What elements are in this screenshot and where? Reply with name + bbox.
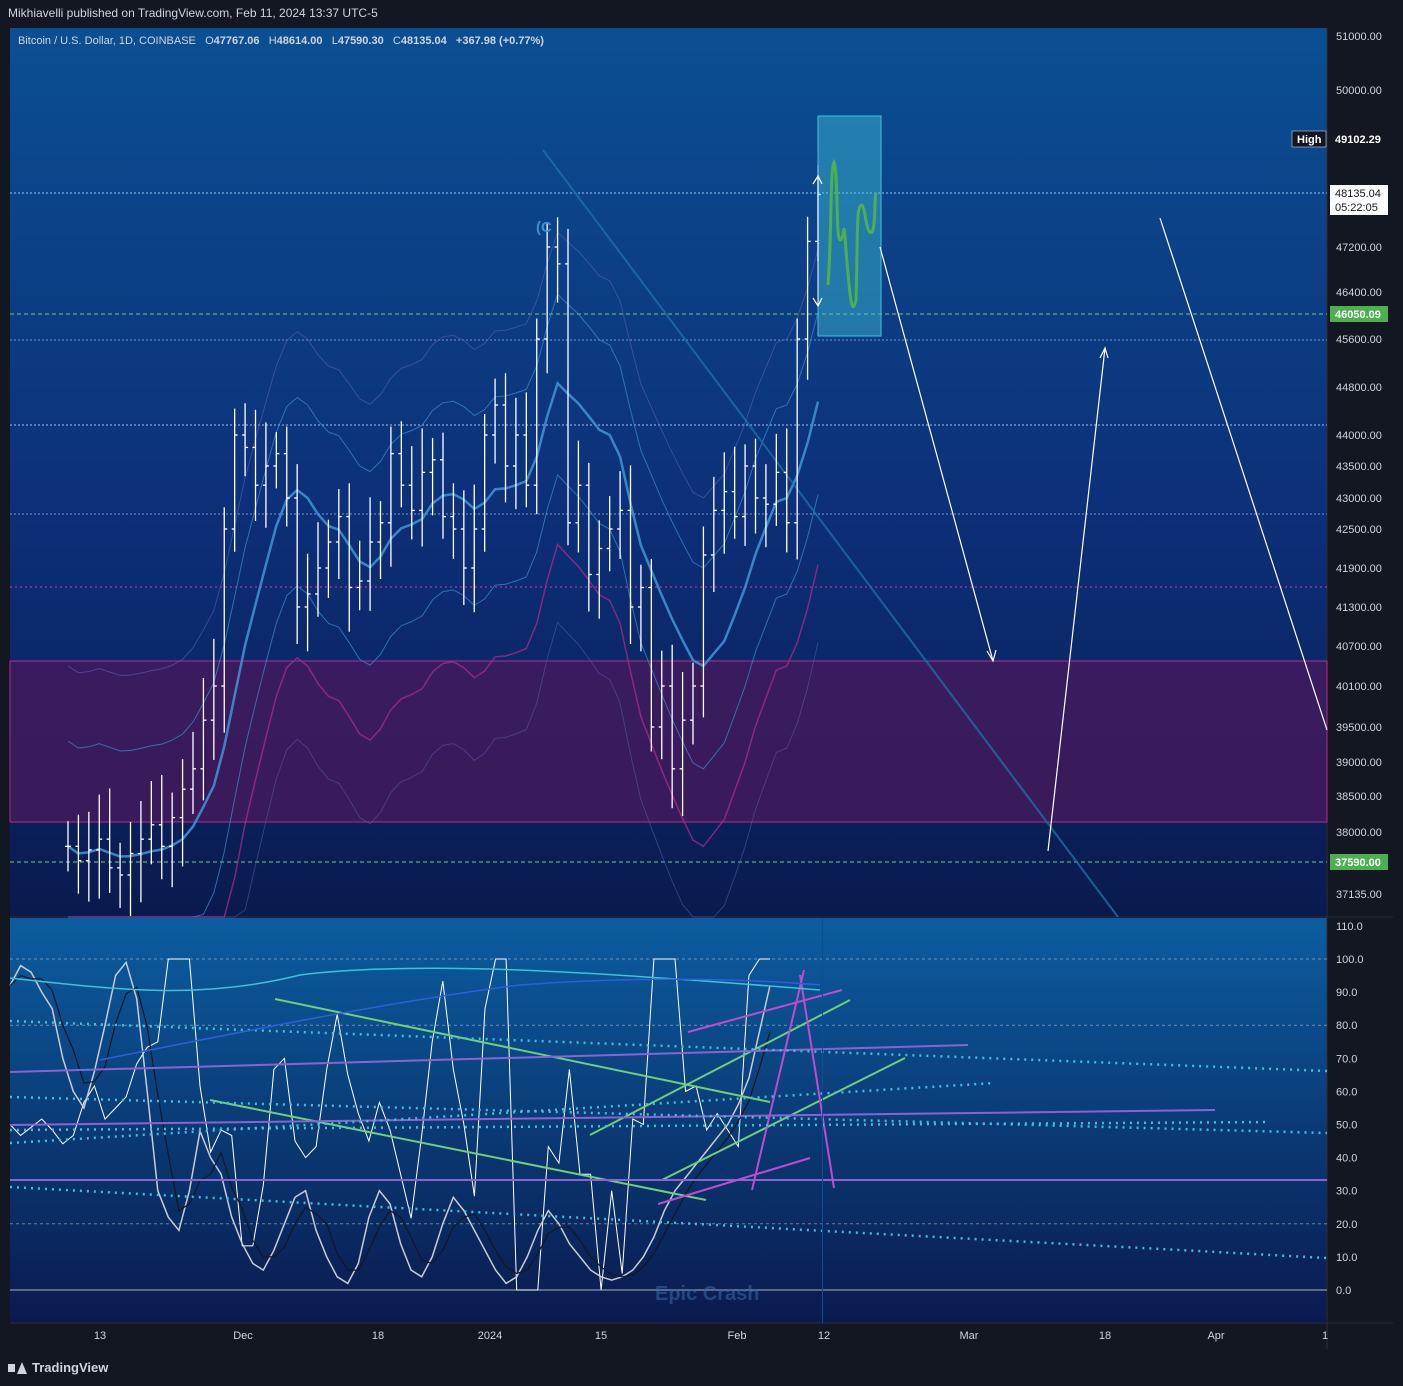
time-tick: Dec xyxy=(233,1330,253,1342)
symbol-name: Bitcoin / U.S. Dollar, 1D, COINBASE xyxy=(18,35,196,47)
price-tick: 47200.00 xyxy=(1336,242,1382,254)
brand-name: TradingView xyxy=(32,1360,109,1375)
target-box[interactable] xyxy=(817,115,882,337)
osc-tick: 80.0 xyxy=(1336,1020,1357,1032)
price-tick: 44800.00 xyxy=(1336,382,1382,394)
price-tick: 39000.00 xyxy=(1336,757,1382,769)
high-tag-label: High xyxy=(1297,134,1322,146)
tag-37590: 37590.00 xyxy=(1335,857,1381,869)
time-axis[interactable] xyxy=(10,1323,1393,1349)
tradingview-logo[interactable]: TradingView xyxy=(8,1360,108,1375)
price-tick: 43500.00 xyxy=(1336,461,1382,473)
change-value: +367.98 (+0.77%) xyxy=(455,35,544,47)
last-price-value: 48135.04 xyxy=(1335,188,1381,200)
osc-tick: 60.0 xyxy=(1336,1086,1357,1098)
time-tick: 12 xyxy=(818,1330,830,1342)
osc-tick: 70.0 xyxy=(1336,1053,1357,1065)
chart-canvas[interactable]: (C 51000.00 50000.00 47200.00 46400.00 45600… xyxy=(0,0,1403,1386)
time-tick: Apr xyxy=(1207,1330,1224,1342)
price-tick: 42500.00 xyxy=(1336,524,1382,536)
close-label: C xyxy=(392,35,401,47)
high-label: H xyxy=(268,35,277,47)
price-tick: 51000.00 xyxy=(1336,31,1382,43)
countdown: 05:22:05 xyxy=(1335,202,1378,214)
high-tag-value: 49102.29 xyxy=(1335,134,1381,146)
high-value: 48614.00 xyxy=(276,35,323,47)
osc-tick: 110.0 xyxy=(1336,921,1363,933)
open-label: O xyxy=(205,35,214,47)
price-tick: 41900.00 xyxy=(1336,563,1382,575)
price-tick: 41300.00 xyxy=(1336,602,1382,614)
open-value: 47767.06 xyxy=(213,35,260,47)
osc-tick: 50.0 xyxy=(1336,1120,1357,1132)
time-tick: 2024 xyxy=(478,1330,502,1342)
osc-projection-edge xyxy=(822,918,823,1323)
tag-46050: 46050.09 xyxy=(1335,309,1381,321)
time-tick: 18 xyxy=(1099,1330,1111,1342)
osc-tick: 40.0 xyxy=(1336,1153,1357,1165)
symbol-legend[interactable]: Bitcoin / U.S. Dollar, 1D, COINBASE O477… xyxy=(18,35,544,47)
price-tick: 40100.00 xyxy=(1336,681,1382,693)
time-tick: 18 xyxy=(372,1330,384,1342)
osc-tick: 20.0 xyxy=(1336,1219,1357,1231)
price-tick: 38500.00 xyxy=(1336,791,1382,803)
time-tick: Feb xyxy=(728,1330,747,1342)
time-tick: 15 xyxy=(595,1330,607,1342)
wave-label: (C xyxy=(536,219,552,236)
price-tick: 37135.00 xyxy=(1336,889,1382,901)
price-tick: 45600.00 xyxy=(1336,334,1382,346)
time-tick: 1 xyxy=(1322,1330,1328,1342)
price-tick: 44000.00 xyxy=(1336,430,1382,442)
price-tick: 39500.00 xyxy=(1336,722,1382,734)
osc-tick: 10.0 xyxy=(1336,1252,1357,1264)
time-tick: 13 xyxy=(94,1330,106,1342)
price-tick: 40700.00 xyxy=(1336,641,1382,653)
close-value: 48135.04 xyxy=(400,35,447,47)
time-tick: Mar xyxy=(960,1330,979,1342)
price-tick: 43000.00 xyxy=(1336,493,1382,505)
osc-tick: 100.0 xyxy=(1336,954,1364,966)
price-tick: 46400.00 xyxy=(1336,287,1382,299)
epic-crash-watermark: Epic Crash xyxy=(655,1283,759,1305)
osc-tick: 30.0 xyxy=(1336,1186,1357,1198)
price-tick: 50000.00 xyxy=(1336,85,1382,97)
osc-tick: 0.0 xyxy=(1336,1285,1351,1297)
tradingview-logo-icon xyxy=(8,1361,27,1374)
osc-tick: 90.0 xyxy=(1336,987,1357,999)
low-value: 47590.30 xyxy=(337,35,384,47)
price-tick: 38000.00 xyxy=(1336,827,1382,839)
